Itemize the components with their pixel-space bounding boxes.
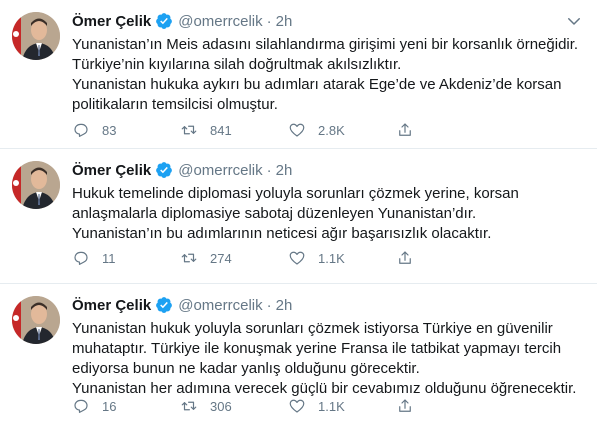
separator-dot: · <box>266 12 272 30</box>
tweet-text: Yunanistan’ın Meis adasını silahlandırma… <box>72 35 584 115</box>
tweet-header: Ömer Çelik @omerrcelik · 2h <box>72 294 292 316</box>
retweet-icon <box>181 125 197 135</box>
share-button[interactable] <box>396 121 426 139</box>
tweet-text-line: Yunanistan’ın bu adımlarının neticesi ağ… <box>72 225 492 242</box>
tweet[interactable]: Ömer Çelik @omerrcelik · 2h Hukuk temeli… <box>0 149 597 284</box>
tweet-text-line: politikaların temsilcisi olmuştur. <box>72 96 278 113</box>
retweet-button[interactable]: 274 <box>180 249 288 267</box>
tweet-actions: 11 274 1.1K <box>72 248 585 268</box>
verified-badge-icon <box>155 296 173 314</box>
retweet-count: 306 <box>210 398 232 414</box>
verified-badge-icon <box>155 12 173 30</box>
tweet-actions: 16 306 1.1K <box>72 396 585 416</box>
author-name[interactable]: Ömer Çelik <box>72 297 151 314</box>
like-count: 1.1K <box>318 250 345 266</box>
tweet-text-line: ediyorsa bunun ne kadar yanlış olduğunu … <box>72 360 420 377</box>
tweet-text: Yunanistan hukuk yoluyla sorunları çözme… <box>72 319 584 399</box>
reply-count: 11 <box>102 250 116 266</box>
avatar[interactable] <box>12 161 60 209</box>
avatar[interactable] <box>12 12 60 60</box>
verified-badge-icon <box>155 161 173 179</box>
reply-count: 16 <box>102 398 117 414</box>
tweet-actions: 83 841 2.8K <box>72 120 585 140</box>
tweet-text-line: Hukuk temelinde diplomasi yoluyla sorunl… <box>72 185 519 202</box>
tweet[interactable]: Ömer Çelik @omerrcelik · 2h Yunanistan h… <box>0 284 597 427</box>
heart-icon <box>289 123 305 137</box>
reply-icon <box>74 251 88 265</box>
heart-icon <box>289 399 305 413</box>
heart-icon <box>289 251 305 265</box>
retweet-icon <box>181 401 197 411</box>
reply-icon <box>74 399 88 413</box>
tweet-text-line: anlaşmalarla diplomasiye sabotaj düzenle… <box>72 205 477 222</box>
reply-count: 83 <box>102 122 117 138</box>
like-button[interactable]: 1.1K <box>288 397 396 415</box>
more-options-caret-icon[interactable] <box>565 12 583 30</box>
author-handle[interactable]: @omerrcelik <box>178 13 262 30</box>
tweet-header: Ömer Çelik @omerrcelik · 2h <box>72 159 292 181</box>
separator-dot: · <box>266 161 272 179</box>
timestamp[interactable]: 2h <box>276 162 293 179</box>
retweet-count: 841 <box>210 122 232 138</box>
like-count: 1.1K <box>318 398 345 414</box>
retweet-button[interactable]: 841 <box>180 121 288 139</box>
retweet-button[interactable]: 306 <box>180 397 288 415</box>
share-button[interactable] <box>396 397 426 415</box>
author-handle[interactable]: @omerrcelik <box>178 297 262 314</box>
like-button[interactable]: 1.1K <box>288 249 396 267</box>
retweet-count: 274 <box>210 250 232 266</box>
reply-button[interactable]: 83 <box>72 121 180 139</box>
author-handle[interactable]: @omerrcelik <box>178 162 262 179</box>
reply-icon <box>74 123 88 137</box>
like-count: 2.8K <box>318 122 345 138</box>
tweet[interactable]: Ömer Çelik @omerrcelik · 2h Yunanistan’ı… <box>0 0 597 149</box>
tweet-text-line: Yunanistan’ın Meis adasını silahlandırma… <box>72 36 579 53</box>
share-icon <box>399 399 411 412</box>
reply-button[interactable]: 11 <box>72 249 180 267</box>
author-name[interactable]: Ömer Çelik <box>72 13 151 30</box>
reply-button[interactable]: 16 <box>72 397 180 415</box>
tweet-text-line: Türkiye’nin kıyılarına silah doğrultmak … <box>72 56 402 73</box>
share-icon <box>399 123 411 136</box>
timestamp[interactable]: 2h <box>276 13 293 30</box>
share-icon <box>399 251 411 264</box>
share-button[interactable] <box>396 249 426 267</box>
tweet-text-line: Yunanistan hukuk yoluyla sorunları çözme… <box>72 320 553 337</box>
tweet-text-line: Yunanistan hukuka aykırı bu adımları ata… <box>72 76 562 93</box>
avatar[interactable] <box>12 296 60 344</box>
tweet-text: Hukuk temelinde diplomasi yoluyla sorunl… <box>72 184 584 244</box>
timestamp[interactable]: 2h <box>276 297 293 314</box>
tweet-feed: Ömer Çelik @omerrcelik · 2h Yunanistan’ı… <box>0 0 597 427</box>
separator-dot: · <box>266 296 272 314</box>
retweet-icon <box>181 253 197 263</box>
tweet-header: Ömer Çelik @omerrcelik · 2h <box>72 10 292 32</box>
author-name[interactable]: Ömer Çelik <box>72 162 151 179</box>
like-button[interactable]: 2.8K <box>288 121 396 139</box>
tweet-text-line: muhataptır. Türkiye ile konuşmak yerine … <box>72 340 562 357</box>
